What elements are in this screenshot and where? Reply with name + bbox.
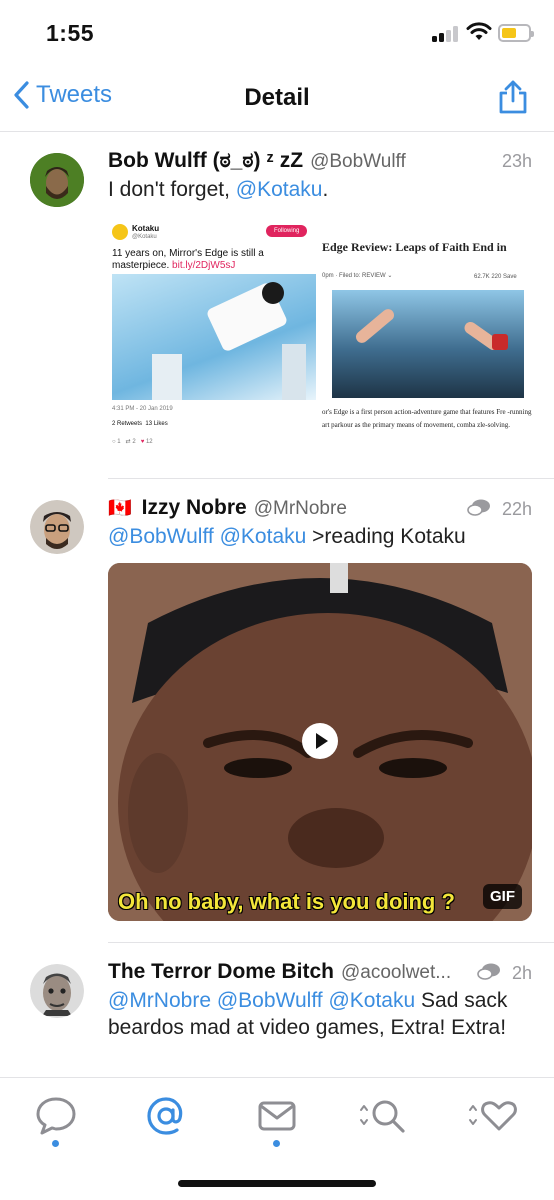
mention-link[interactable]: @BobWulff bbox=[217, 989, 323, 1012]
author-name: The Terror Dome Bitch bbox=[108, 960, 334, 983]
conversation-icon bbox=[467, 499, 490, 516]
status-time: 1:55 bbox=[46, 20, 95, 46]
status-bar: 1:55 bbox=[0, 0, 554, 64]
avatar[interactable] bbox=[30, 964, 84, 1018]
navigation-bar: Tweets Detail bbox=[0, 64, 554, 132]
share-icon[interactable] bbox=[496, 79, 530, 115]
page-title: Detail bbox=[244, 84, 310, 111]
avatar[interactable] bbox=[30, 153, 84, 207]
avatar[interactable] bbox=[30, 500, 84, 554]
tweet-time: 2h bbox=[476, 962, 532, 984]
mention-link[interactable]: @Kotaku bbox=[236, 178, 323, 201]
battery-icon bbox=[498, 24, 534, 42]
mention-link[interactable]: @MrNobre bbox=[108, 989, 211, 1012]
tweet-text: @MrNobre @BobWulff @Kotaku Sad sack bear… bbox=[108, 989, 508, 1039]
search-icon[interactable] bbox=[355, 1093, 409, 1141]
envelope-icon[interactable] bbox=[255, 1093, 299, 1141]
tweet-text: @BobWulff @Kotaku >reading Kotaku bbox=[108, 525, 466, 548]
tweet-media-image[interactable]: Kotaku @Kotaku Following 11 years on, Mi… bbox=[108, 214, 534, 454]
cellular-signal-icon bbox=[432, 26, 460, 42]
wifi-icon bbox=[466, 22, 492, 40]
article-screenshot: Edge Review: Leaps of Faith End in 0pm ·… bbox=[322, 240, 532, 429]
play-icon bbox=[316, 733, 328, 749]
embedded-tweet-screenshot: Kotaku @Kotaku Following 11 years on, Mi… bbox=[108, 214, 318, 454]
gif-badge: GIF bbox=[483, 884, 522, 909]
author-handle: @acoolwet... bbox=[340, 962, 452, 983]
speech-bubble-icon[interactable] bbox=[34, 1093, 78, 1141]
conversation-icon bbox=[477, 963, 500, 980]
heart-icon[interactable] bbox=[464, 1093, 520, 1141]
tweet-time: 23h bbox=[501, 151, 532, 171]
gif-caption: Oh no baby, what is you doing ? bbox=[118, 889, 455, 914]
timeline-unread-dot bbox=[52, 1140, 59, 1147]
tweet-time: 22h bbox=[466, 498, 532, 520]
mention-link[interactable]: @Kotaku bbox=[220, 525, 307, 548]
play-button[interactable] bbox=[302, 723, 338, 759]
tweet-text: I don't forget, @Kotaku. bbox=[108, 178, 329, 201]
author-handle: @BobWulff bbox=[310, 151, 406, 172]
at-sign-icon[interactable] bbox=[144, 1093, 188, 1141]
flag-icon: 🇨🇦 bbox=[108, 498, 132, 519]
author-name: Izzy Nobre bbox=[141, 496, 247, 519]
tweet-media-gif[interactable]: Oh no baby, what is you doing ? GIF bbox=[108, 563, 532, 921]
mention-link[interactable]: @Kotaku bbox=[328, 989, 415, 1012]
tweet[interactable]: The Terror Dome Bitch @acoolwet... 2h @M… bbox=[0, 943, 554, 1077]
mention-link[interactable]: @BobWulff bbox=[108, 525, 214, 548]
author-handle: @MrNobre bbox=[253, 498, 347, 519]
author-name: Bob Wulff (ಠ_ಠ) ᶻ zZ bbox=[108, 149, 304, 172]
messages-unread-dot bbox=[273, 1140, 280, 1147]
home-indicator[interactable] bbox=[178, 1180, 376, 1187]
